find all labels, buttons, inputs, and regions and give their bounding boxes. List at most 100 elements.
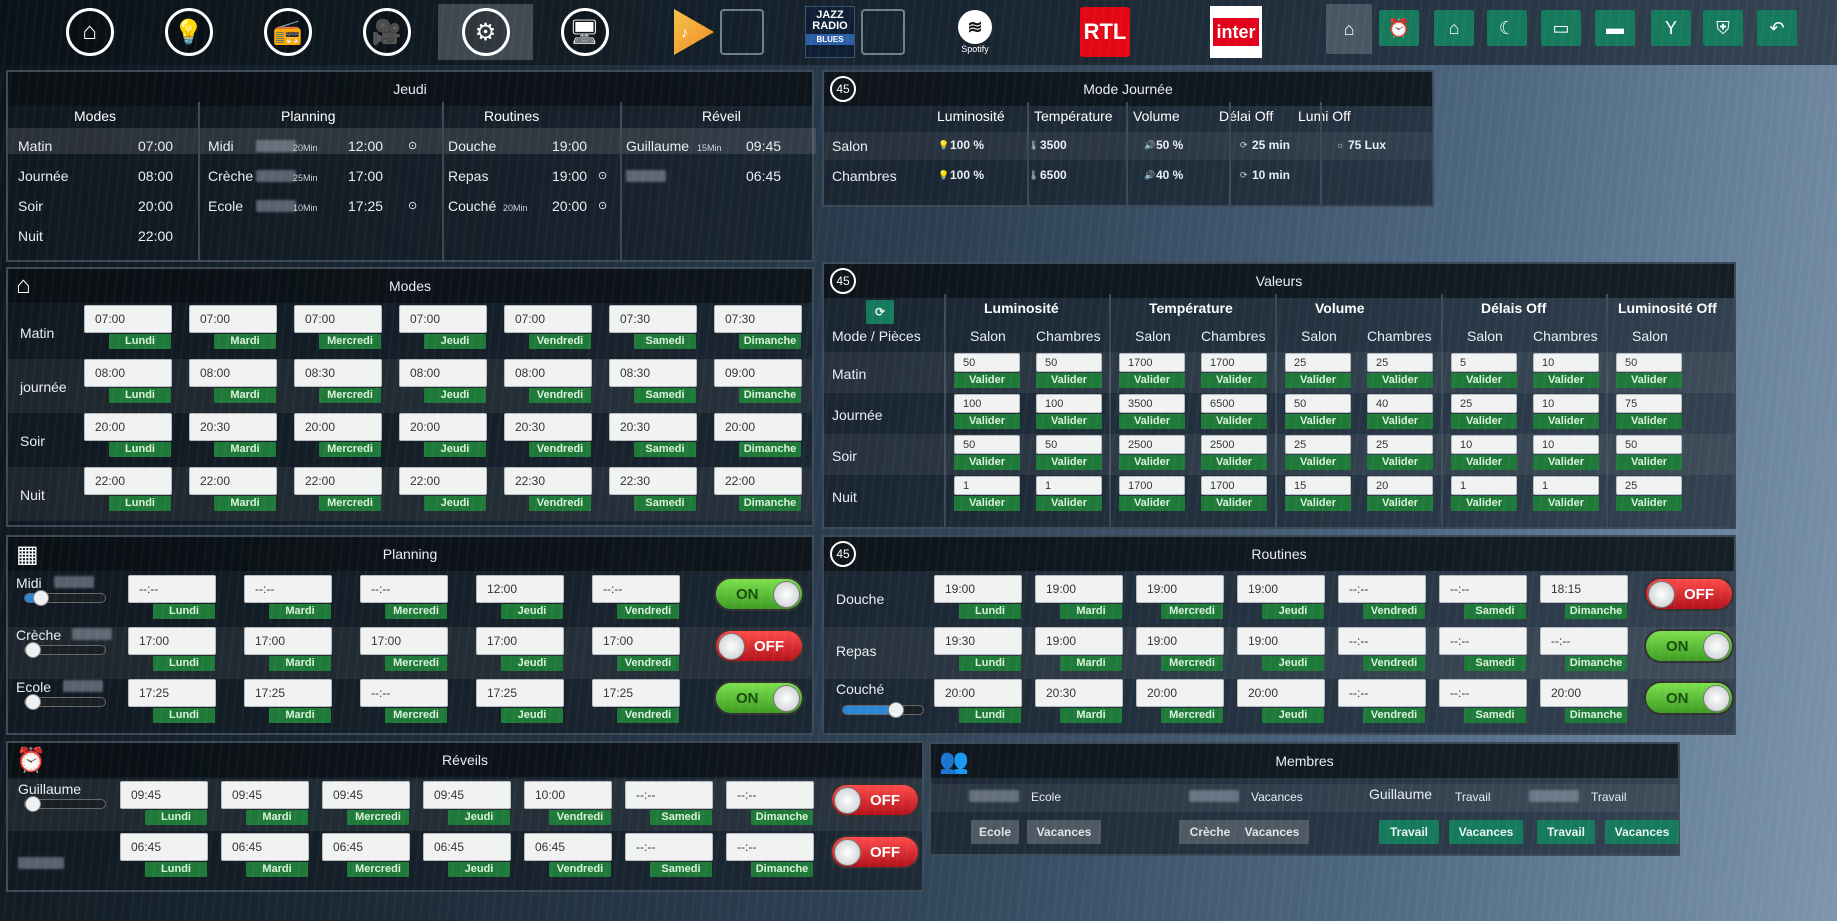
quick-shield-button[interactable]: ⛨: [1703, 10, 1743, 46]
value-input[interactable]: 5: [1451, 353, 1517, 372]
time-input[interactable]: 06:45: [322, 833, 410, 861]
time-input[interactable]: 06:45: [120, 833, 208, 861]
nav-camera-button[interactable]: 🎥: [339, 4, 434, 60]
value-input[interactable]: 1: [954, 476, 1020, 495]
validate-button[interactable]: Valider: [1616, 373, 1682, 388]
validate-button[interactable]: Valider: [1616, 414, 1682, 429]
time-input[interactable]: --:--: [1338, 575, 1426, 603]
nav-bulb-button[interactable]: 💡: [141, 4, 236, 60]
value-input[interactable]: 1: [1451, 476, 1517, 495]
time-input[interactable]: 20:00: [1237, 679, 1325, 707]
validate-button[interactable]: Valider: [1285, 496, 1351, 511]
validate-button[interactable]: Valider: [1201, 455, 1267, 470]
validate-button[interactable]: Valider: [1036, 373, 1102, 388]
time-input[interactable]: 06:45: [524, 833, 612, 861]
time-input[interactable]: 08:00: [189, 359, 277, 387]
validate-button[interactable]: Valider: [1533, 414, 1599, 429]
member-ecole-button[interactable]: Ecole: [971, 820, 1019, 844]
validate-button[interactable]: Valider: [1201, 373, 1267, 388]
time-input[interactable]: --:--: [244, 575, 332, 603]
on-off-toggle[interactable]: OFF: [1644, 577, 1734, 611]
quick-sofa-button[interactable]: ▬: [1595, 10, 1635, 46]
duration-slider[interactable]: [24, 796, 106, 812]
validate-button[interactable]: Valider: [1036, 496, 1102, 511]
value-input[interactable]: 50: [954, 353, 1020, 372]
value-input[interactable]: 50: [1616, 353, 1682, 372]
value-input[interactable]: 50: [1036, 353, 1102, 372]
validate-button[interactable]: Valider: [1533, 496, 1599, 511]
time-input[interactable]: 12:00: [476, 575, 564, 603]
value-input[interactable]: 1: [1533, 476, 1599, 495]
member-crèche-button[interactable]: Crèche: [1179, 820, 1241, 844]
nav-monitor-button[interactable]: 🖥: [537, 4, 632, 60]
time-input[interactable]: --:--: [1439, 627, 1527, 655]
value-input[interactable]: 75: [1616, 394, 1682, 413]
quick-home-button[interactable]: ⌂: [1326, 4, 1372, 54]
quick-moon-button[interactable]: ☾: [1487, 10, 1527, 46]
nav-radio-button[interactable]: 📻: [240, 4, 335, 60]
time-input[interactable]: 19:00: [1136, 627, 1224, 655]
validate-button[interactable]: Valider: [1367, 496, 1433, 511]
google-play-music-logo[interactable]: ♪: [674, 9, 714, 55]
time-input[interactable]: 22:30: [609, 467, 697, 495]
quick-house-button[interactable]: ⌂: [1434, 10, 1474, 46]
validate-button[interactable]: Valider: [1036, 414, 1102, 429]
validate-button[interactable]: Valider: [1119, 455, 1185, 470]
value-input[interactable]: 20: [1367, 476, 1433, 495]
validate-button[interactable]: Valider: [1119, 414, 1185, 429]
validate-button[interactable]: Valider: [1285, 455, 1351, 470]
time-input[interactable]: --:--: [726, 781, 814, 809]
value-input[interactable]: 50: [1616, 435, 1682, 454]
value-input[interactable]: 25: [1451, 394, 1517, 413]
nav-gear-button[interactable]: ⚙: [438, 4, 533, 60]
time-input[interactable]: 07:30: [609, 305, 697, 333]
member-travail-button[interactable]: Travail: [1379, 820, 1439, 844]
value-input[interactable]: 15: [1285, 476, 1351, 495]
value-input[interactable]: 25: [1367, 435, 1433, 454]
time-input[interactable]: 10:00: [524, 781, 612, 809]
validate-button[interactable]: Valider: [1119, 496, 1185, 511]
validate-button[interactable]: Valider: [1201, 414, 1267, 429]
time-input[interactable]: 19:00: [1136, 575, 1224, 603]
slider-thumb[interactable]: [25, 796, 41, 812]
time-input[interactable]: --:--: [1540, 627, 1628, 655]
time-input[interactable]: 20:00: [934, 679, 1022, 707]
spotify-group[interactable]: ≋ Spotify: [958, 4, 992, 60]
time-input[interactable]: 22:00: [399, 467, 487, 495]
time-input[interactable]: 07:00: [504, 305, 592, 333]
value-input[interactable]: 3500: [1119, 394, 1185, 413]
jazz-radio-logo[interactable]: JAZZ RADIO BLUES: [805, 6, 855, 58]
time-input[interactable]: 17:00: [360, 627, 448, 655]
validate-button[interactable]: Valider: [954, 414, 1020, 429]
cast-icon[interactable]: [861, 9, 905, 55]
value-input[interactable]: 50: [1285, 394, 1351, 413]
on-off-toggle[interactable]: ON: [1644, 681, 1734, 715]
value-input[interactable]: 50: [1036, 435, 1102, 454]
time-input[interactable]: 22:30: [504, 467, 592, 495]
time-input[interactable]: 19:00: [1237, 575, 1325, 603]
time-input[interactable]: 19:00: [1035, 627, 1123, 655]
time-input[interactable]: --:--: [625, 781, 713, 809]
value-input[interactable]: 10: [1533, 353, 1599, 372]
validate-button[interactable]: Valider: [1616, 455, 1682, 470]
time-input[interactable]: 07:30: [714, 305, 802, 333]
validate-button[interactable]: Valider: [1285, 414, 1351, 429]
time-input[interactable]: 08:00: [504, 359, 592, 387]
validate-button[interactable]: Valider: [1201, 496, 1267, 511]
slider-thumb[interactable]: [888, 702, 905, 718]
value-input[interactable]: 1700: [1119, 353, 1185, 372]
member-travail-button[interactable]: Travail: [1537, 820, 1595, 844]
time-input[interactable]: 20:00: [1540, 679, 1628, 707]
time-input[interactable]: 22:00: [294, 467, 382, 495]
rtl-group[interactable]: RTL: [1080, 4, 1130, 60]
time-input[interactable]: 08:00: [399, 359, 487, 387]
on-off-toggle[interactable]: OFF: [830, 783, 920, 817]
validate-button[interactable]: Valider: [954, 455, 1020, 470]
validate-button[interactable]: Valider: [954, 496, 1020, 511]
time-input[interactable]: 17:25: [592, 679, 680, 707]
on-off-toggle[interactable]: ON: [1644, 629, 1734, 663]
validate-button[interactable]: Valider: [1533, 373, 1599, 388]
time-input[interactable]: 19:30: [934, 627, 1022, 655]
on-off-toggle[interactable]: OFF: [714, 629, 804, 663]
time-input[interactable]: 17:00: [476, 627, 564, 655]
